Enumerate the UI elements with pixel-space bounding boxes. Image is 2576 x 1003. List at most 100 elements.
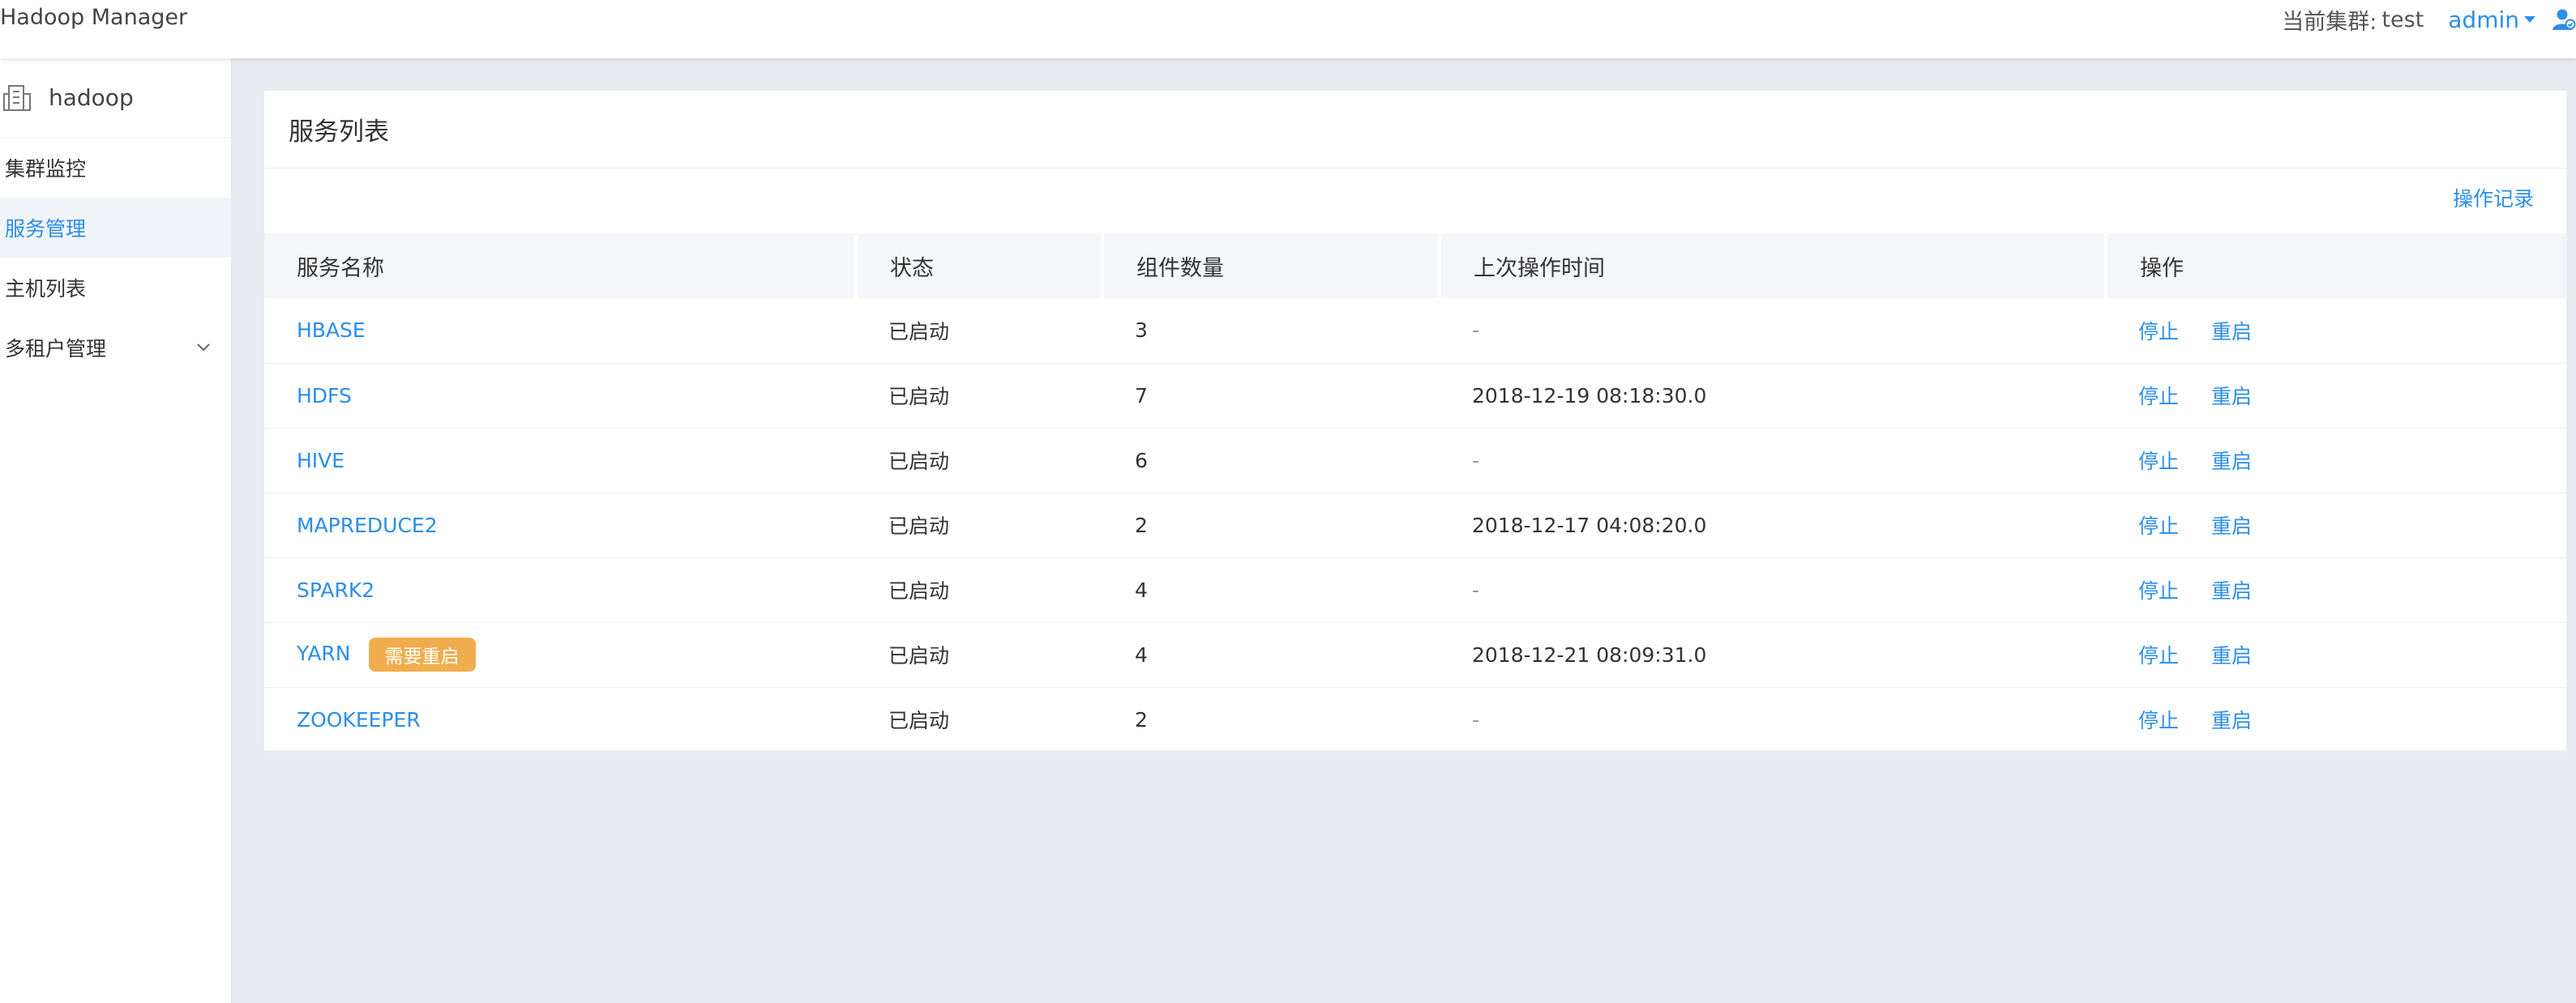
service-name-cell: ZOOKEEPER [264,687,856,753]
service-name-link[interactable]: HIVE [297,449,344,472]
stop-button[interactable]: 停止 [2138,644,2179,668]
stop-button[interactable]: 停止 [2138,514,2179,538]
user-menu[interactable]: admin [2448,6,2535,33]
actions-cell: 停止 重启 [2106,622,2566,688]
sidebar-item-label: 主机列表 [5,277,87,301]
component-count-cell: 2 [1102,687,1440,753]
sidebar-item-label: 集群监控 [5,157,87,181]
last-operation-time-cell: 2018-12-21 08:09:31.0 [1440,622,2106,688]
column-header-component-count: 组件数量 [1102,233,1441,298]
service-name-cell: HDFS [264,363,856,429]
service-table: 服务名称 状态 组件数量 上次操作时间 操作 HBASE 已启动 3- 停止 重启 HDF… [264,233,2566,753]
sidebar-item-cluster-monitor[interactable]: 集群监控 [0,138,231,198]
app-title: Hadoop Manager [0,5,188,30]
last-operation-time-cell: 2018-12-19 08:18:30.0 [1440,363,2106,429]
component-count-cell: 7 [1102,363,1440,429]
status-cell: 已启动 [856,428,1102,493]
service-name-cell: YARN 需要重启 [264,622,856,688]
sidebar-item-label: 多租户管理 [5,337,107,361]
last-operation-time: - [1472,578,1480,602]
service-name-link[interactable]: ZOOKEEPER [297,708,421,732]
top-right-area: 当前集群: test admin [2282,3,2576,36]
restart-button[interactable]: 重启 [2211,514,2252,538]
column-header-status: 状态 [856,233,1104,298]
component-count-cell: 3 [1102,298,1440,364]
restart-button[interactable]: 重启 [2211,644,2252,668]
service-name-cell: MAPREDUCE2 [264,493,856,558]
status-cell: 已启动 [856,298,1102,364]
service-name-link[interactable]: MAPREDUCE2 [297,514,438,537]
service-name-link[interactable]: HDFS [297,384,352,408]
table-row: MAPREDUCE2 已启动 2 2018-12-17 04:08:20.0 停止 重启 [264,493,2566,558]
stop-button[interactable]: 停止 [2138,579,2179,603]
service-name-cell: HBASE [264,298,856,364]
caret-down-icon [2524,16,2535,23]
stop-button[interactable]: 停止 [2138,320,2179,344]
actions-cell: 停止 重启 [2106,557,2566,623]
table-row: HDFS 已启动 7 2018-12-19 08:18:30.0 停止 重启 [264,363,2566,429]
service-name-cell: SPARK2 [264,557,856,623]
table-header-row: 服务名称 状态 组件数量 上次操作时间 操作 [264,233,2566,298]
last-operation-time-cell: - [1440,298,2106,364]
component-count-cell: 4 [1102,557,1440,623]
last-operation-time: 2018-12-21 08:09:31.0 [1472,642,1707,667]
column-header-last-operation-time: 上次操作时间 [1440,233,2107,298]
table-row: YARN 需要重启 已启动 4 2018-12-21 08:09:31.0 停止 重启 [264,622,2566,688]
actions-cell: 停止 重启 [2106,687,2566,753]
service-list-panel: 服务列表 操作记录 服务名称 状态 组件数量 上次操作时间 操作 HBASE 已启… [264,91,2566,753]
table-row: SPARK2 已启动 4 - 停止 重启 [264,557,2566,623]
last-operation-time-cell: - [1440,428,2106,493]
last-operation-time: - [1472,707,1480,732]
service-name-link[interactable]: YARN [297,642,351,665]
last-operation-time-cell: - [1440,687,2106,753]
restart-button[interactable]: 重启 [2211,579,2252,603]
last-operation-time: - [1472,318,1480,343]
sidebar-item-service-management[interactable]: 服务管理 [0,198,231,258]
service-name-link[interactable]: HBASE [297,318,366,342]
restart-button[interactable]: 重启 [2211,709,2252,732]
panel-title: 服务列表 [289,117,389,147]
table-row: HIVE 已启动 6 - 停止 重启 [264,428,2566,493]
actions-cell: 停止 重启 [2106,428,2566,493]
stop-button[interactable]: 停止 [2138,385,2179,408]
column-header-service-name: 服务名称 [264,233,858,298]
status-cell: 已启动 [856,557,1102,623]
chevron-down-icon [197,344,210,352]
status-cell: 已启动 [856,363,1102,429]
panel-header: 服务列表 [264,91,2566,169]
service-name-cell: HIVE [264,428,856,493]
current-cluster-label: 当前集群: [2282,9,2377,35]
sidebar-item-tenant-management[interactable]: 多租户管理 [0,318,231,378]
operation-log-link[interactable]: 操作记录 [2453,183,2534,212]
table-row: ZOOKEEPER 已启动 2 - 停止 重启 [264,687,2566,753]
last-operation-time-cell: - [1440,557,2106,623]
current-cluster-name: test [2381,6,2424,32]
user-name: admin [2448,6,2519,33]
restart-button[interactable]: 重启 [2211,320,2252,344]
component-count-cell: 4 [1102,622,1440,688]
sidebar-cluster-header: hadoop [0,58,231,138]
stop-button[interactable]: 停止 [2138,450,2179,473]
status-cell: 已启动 [856,687,1102,753]
restart-button[interactable]: 重启 [2211,450,2252,473]
top-bar: Hadoop Manager 当前集群: test admin [0,0,2576,58]
service-name-link[interactable]: SPARK2 [297,578,374,602]
stop-button[interactable]: 停止 [2138,709,2179,732]
building-icon [3,84,31,111]
component-count-cell: 6 [1102,428,1440,493]
last-operation-time: - [1472,448,1480,472]
last-operation-time-cell: 2018-12-17 04:08:20.0 [1440,493,2106,558]
sidebar: hadoop 集群监控 服务管理 主机列表 多租户管理 [0,58,232,1003]
status-cell: 已启动 [856,493,1102,558]
restart-button[interactable]: 重启 [2211,385,2252,408]
actions-cell: 停止 重启 [2106,493,2566,558]
sidebar-item-label: 服务管理 [5,217,87,241]
restart-required-badge: 需要重启 [368,638,476,672]
user-icon[interactable] [2552,7,2576,32]
sidebar-item-host-list[interactable]: 主机列表 [0,258,231,318]
actions-cell: 停止 重启 [2106,363,2566,429]
actions-cell: 停止 重启 [2106,298,2566,364]
table-row: HBASE 已启动 3 - 停止 重启 [264,298,2566,364]
component-count-cell: 2 [1102,493,1440,558]
last-operation-time: 2018-12-19 08:18:30.0 [1472,383,1707,408]
